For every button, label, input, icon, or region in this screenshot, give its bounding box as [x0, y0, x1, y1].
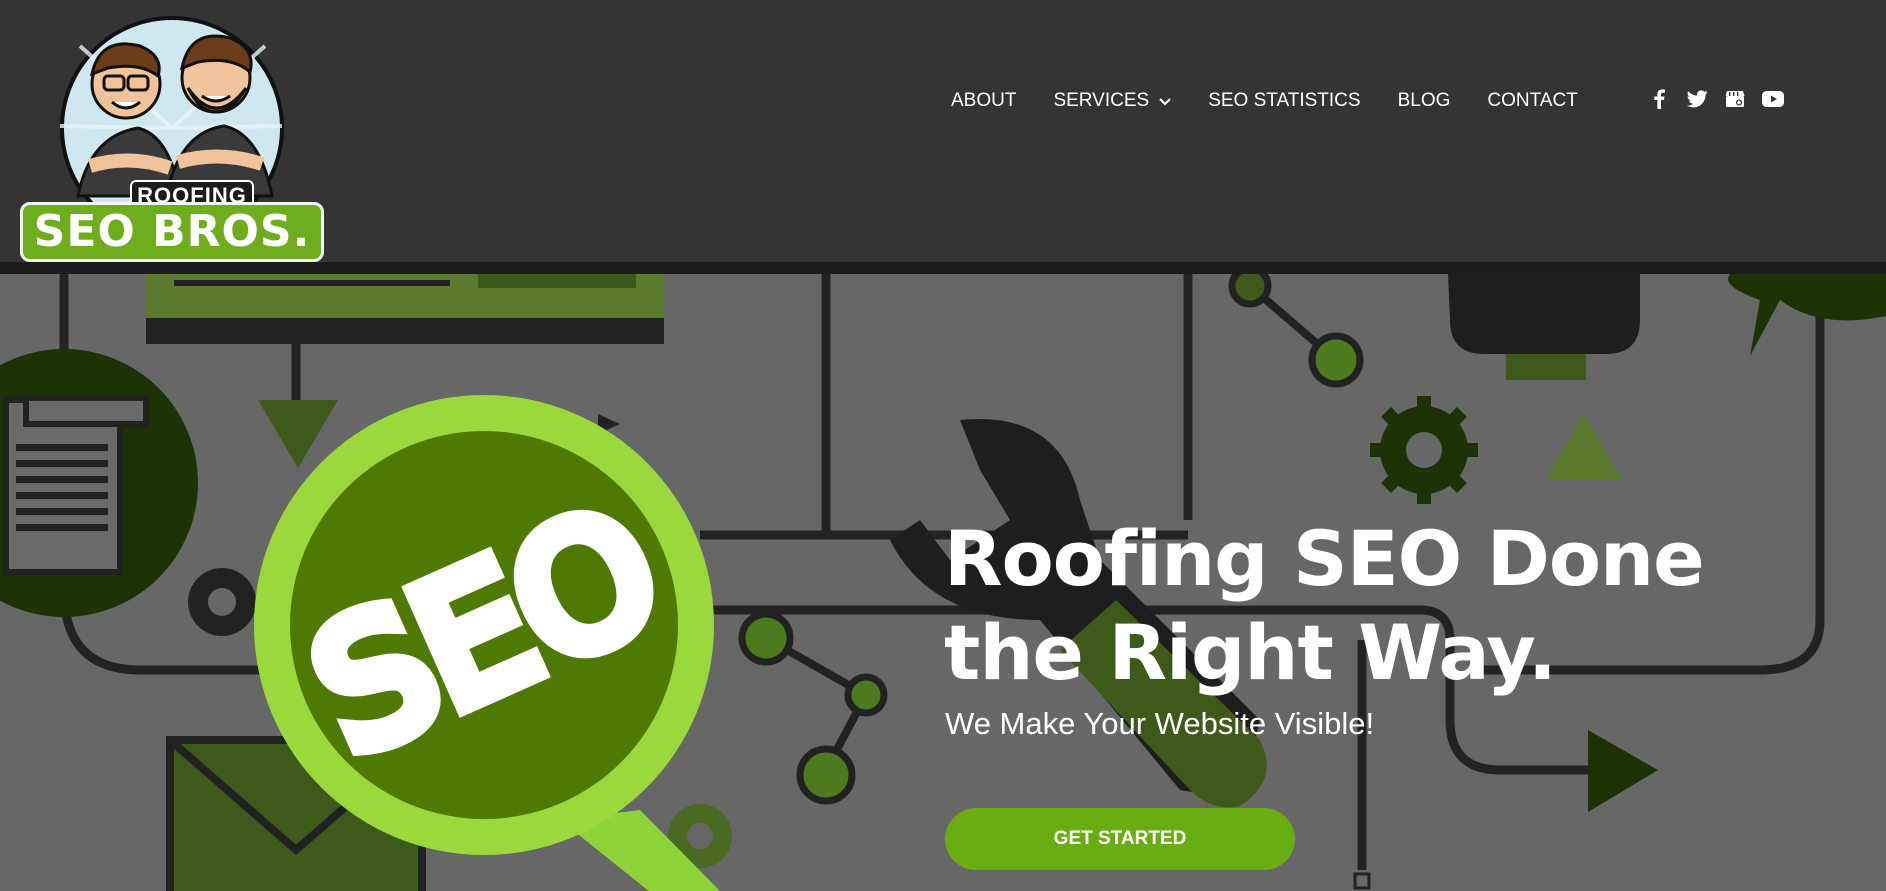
google-business-icon[interactable]: [1724, 88, 1746, 110]
nav-blog[interactable]: BLOG: [1398, 90, 1451, 112]
hero-subtitle: We Make Your Website Visible!: [945, 706, 1375, 741]
logo-brand-name: SEO BROS.: [20, 202, 324, 262]
nav-seo-statistics[interactable]: SEO STATISTICS: [1208, 90, 1360, 112]
twitter-icon[interactable]: [1686, 88, 1708, 110]
chevron-down-icon: [1159, 90, 1171, 112]
facebook-icon[interactable]: [1648, 88, 1670, 110]
main-nav: ABOUT SERVICES SEO STATISTICS BLOG CONTA…: [951, 88, 1615, 114]
hero-title: Roofing SEO Done the Right Way.: [944, 514, 1705, 697]
nav-contact[interactable]: CONTACT: [1487, 90, 1577, 112]
header-divider: [0, 262, 1886, 274]
site-logo[interactable]: ROOFING SEO BROS.: [20, 16, 324, 262]
social-links: [1648, 88, 1800, 110]
nav-services-label: SERVICES: [1053, 90, 1150, 111]
nav-about[interactable]: ABOUT: [951, 90, 1016, 112]
youtube-icon[interactable]: [1762, 88, 1784, 110]
get-started-button[interactable]: GET STARTED: [945, 808, 1295, 870]
nav-services[interactable]: SERVICES: [1053, 90, 1171, 112]
